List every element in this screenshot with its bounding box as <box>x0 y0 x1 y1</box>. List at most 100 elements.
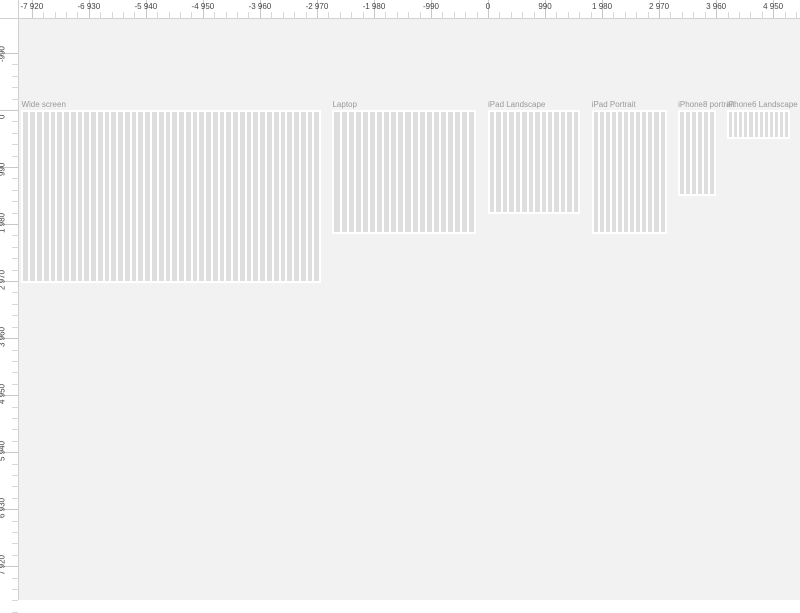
artboard-label[interactable]: iPad Portrait <box>592 100 636 109</box>
artboard[interactable] <box>592 110 667 234</box>
ruler-label: 1 980 <box>0 213 7 233</box>
grid-column <box>780 112 783 137</box>
vertical-ruler[interactable]: -99009901 9802 9703 9604 9505 9406 9307 … <box>0 18 19 600</box>
grid-column <box>247 112 252 281</box>
grid-column <box>765 112 768 137</box>
artboard[interactable] <box>21 110 321 283</box>
grid-column <box>179 112 184 281</box>
grid-column <box>490 112 494 212</box>
artboard-label[interactable]: iPhone6 Landscape <box>727 100 798 109</box>
grid-column <box>301 112 306 281</box>
ruler-label: -3 960 <box>249 2 272 11</box>
ruler-tick <box>0 110 18 111</box>
artboard-label[interactable]: iPad Landscape <box>488 100 545 109</box>
ruler-label: -990 <box>0 46 7 62</box>
grid-column <box>111 112 116 281</box>
grid-column <box>145 112 150 281</box>
grid-column <box>642 112 646 232</box>
grid-column <box>427 112 432 232</box>
artboard[interactable] <box>332 110 476 234</box>
ruler-label: 1 980 <box>592 2 612 11</box>
ruler-label: 0 <box>486 2 490 11</box>
grid-column <box>398 112 403 232</box>
grid-column <box>349 112 354 232</box>
grid-column <box>23 112 28 281</box>
ruler-label: 6 930 <box>0 498 7 518</box>
grid-column <box>561 112 565 212</box>
grid-column <box>51 112 56 281</box>
ruler-label: 5 940 <box>0 441 7 461</box>
grid-column <box>240 112 245 281</box>
grid-column <box>98 112 103 281</box>
grid-column <box>356 112 361 232</box>
grid-column <box>159 112 164 281</box>
ruler-label: -6 930 <box>77 2 100 11</box>
grid-column <box>342 112 347 232</box>
horizontal-ruler[interactable]: -7 920-6 930-5 940-4 950-3 960-2 970-1 9… <box>18 0 800 19</box>
grid-column <box>574 112 578 212</box>
grid-column <box>755 112 758 137</box>
grid-column <box>78 112 83 281</box>
grid-column <box>630 112 634 232</box>
grid-column <box>509 112 513 212</box>
grid-column <box>462 112 467 232</box>
grid-column <box>274 112 279 281</box>
grid-column <box>529 112 533 212</box>
grid-column <box>775 112 778 137</box>
grid-column <box>785 112 788 137</box>
grid-column <box>363 112 368 232</box>
grid-column <box>105 112 110 281</box>
grid-column <box>294 112 299 281</box>
ruler-label: 2 970 <box>0 270 7 290</box>
grid-column <box>624 112 628 232</box>
ruler-label: 990 <box>538 2 551 11</box>
artboard-label[interactable]: Wide screen <box>21 100 65 109</box>
grid-column <box>567 112 571 212</box>
grid-column <box>455 112 460 232</box>
artboard-label[interactable]: Laptop <box>332 100 356 109</box>
ruler-label: 4 950 <box>763 2 783 11</box>
grid-column <box>57 112 62 281</box>
grid-column <box>516 112 520 212</box>
grid-column <box>420 112 425 232</box>
grid-column <box>267 112 272 281</box>
grid-column <box>125 112 130 281</box>
grid-column <box>441 112 446 232</box>
grid-column <box>680 112 684 194</box>
grid-column <box>172 112 177 281</box>
grid-column <box>253 112 258 281</box>
grid-column <box>84 112 89 281</box>
grid-column <box>281 112 286 281</box>
ruler-label: -1 980 <box>363 2 386 11</box>
grid-column <box>654 112 658 232</box>
grid-column <box>704 112 708 194</box>
grid-column <box>233 112 238 281</box>
grid-column <box>384 112 389 232</box>
ruler-label: -4 950 <box>192 2 215 11</box>
grid-column <box>138 112 143 281</box>
grid-column <box>698 112 702 194</box>
grid-column <box>686 112 690 194</box>
grid-column <box>213 112 218 281</box>
grid-column <box>648 112 652 232</box>
grid-column <box>37 112 42 281</box>
grid-column <box>132 112 137 281</box>
grid-column <box>413 112 418 232</box>
grid-column <box>287 112 292 281</box>
artboard[interactable] <box>488 110 580 214</box>
grid-column <box>166 112 171 281</box>
ruler-label: 4 950 <box>0 384 7 404</box>
design-canvas[interactable]: Wide screen Laptop iPad Landscape iPad Port… <box>18 18 800 600</box>
artboard[interactable] <box>678 110 715 196</box>
grid-column <box>749 112 752 137</box>
grid-column <box>220 112 225 281</box>
grid-column <box>206 112 211 281</box>
grid-column <box>542 112 546 212</box>
grid-column <box>30 112 35 281</box>
grid-column <box>193 112 198 281</box>
grid-column <box>199 112 204 281</box>
grid-column <box>606 112 610 232</box>
grid-column <box>496 112 500 212</box>
artboard[interactable] <box>727 110 790 139</box>
grid-column <box>370 112 375 232</box>
